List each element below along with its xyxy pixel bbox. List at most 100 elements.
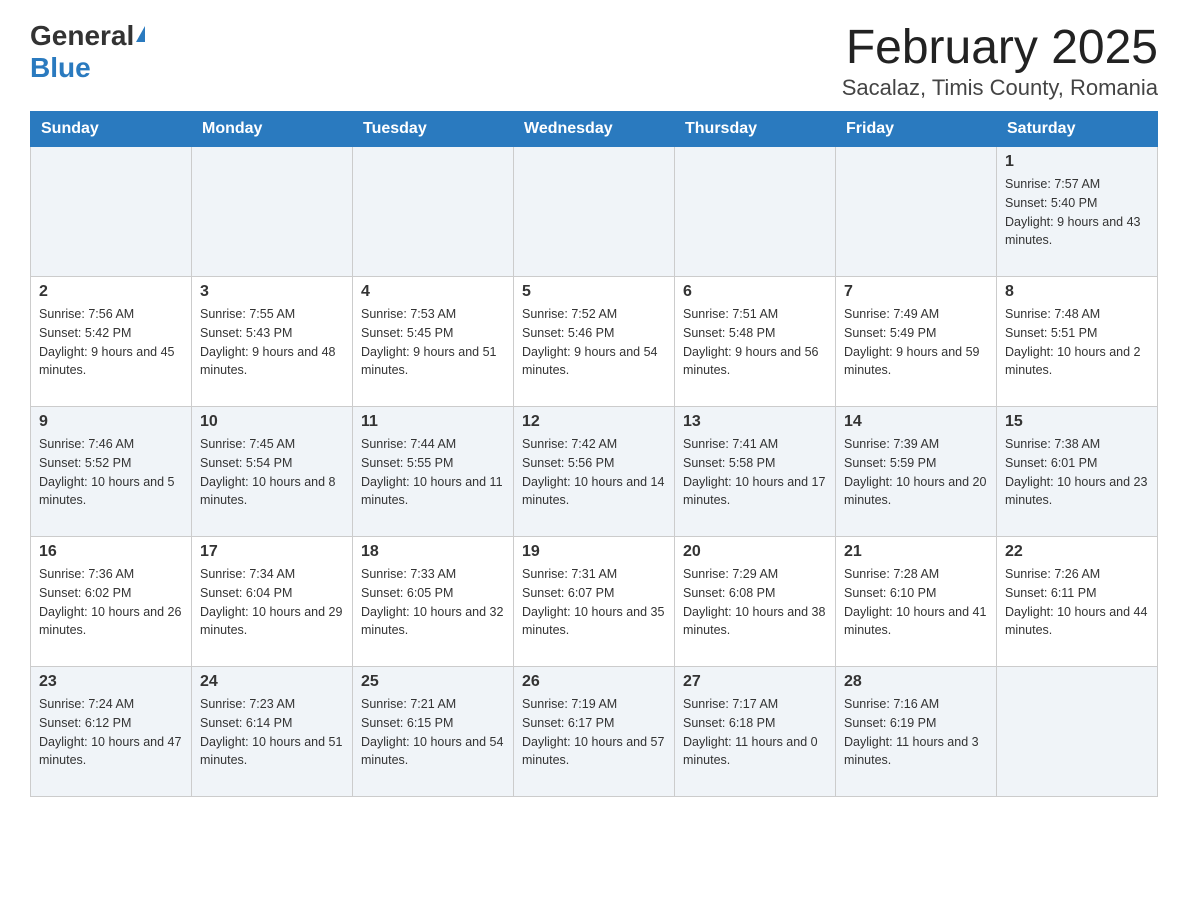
- day-number: 22: [1005, 543, 1149, 561]
- day-number: 8: [1005, 283, 1149, 301]
- day-info: Sunrise: 7:51 AM Sunset: 5:48 PM Dayligh…: [683, 305, 827, 380]
- location-title: Sacalaz, Timis County, Romania: [842, 75, 1158, 101]
- calendar-cell-3-1: 17 Sunrise: 7:34 AM Sunset: 6:04 PM Dayli…: [192, 537, 353, 667]
- calendar-row-2: 9 Sunrise: 7:46 AM Sunset: 5:52 PM Daylig…: [31, 407, 1158, 537]
- calendar-cell-4-1: 24 Sunrise: 7:23 AM Sunset: 6:14 PM Dayli…: [192, 667, 353, 797]
- calendar-body: 1Sunrise: 7:57 AM Sunset: 5:40 PM Daylig…: [31, 147, 1158, 797]
- day-info: Sunrise: 7:57 AM Sunset: 5:40 PM Dayligh…: [1005, 175, 1149, 250]
- calendar-table: SundayMondayTuesdayWednesdayThursdayFrid…: [30, 111, 1158, 797]
- day-info: Sunrise: 7:33 AM Sunset: 6:05 PM Dayligh…: [361, 565, 505, 640]
- day-number: 4: [361, 283, 505, 301]
- calendar-cell-3-4: 20Sunrise: 7:29 AM Sunset: 6:08 PM Dayli…: [675, 537, 836, 667]
- day-info: Sunrise: 7:49 AM Sunset: 5:49 PM Dayligh…: [844, 305, 988, 380]
- logo: General Blue: [30, 20, 145, 84]
- calendar-cell-4-0: 23 Sunrise: 7:24 AM Sunset: 6:12 PM Dayli…: [31, 667, 192, 797]
- calendar-cell-2-1: 10 Sunrise: 7:45 AM Sunset: 5:54 PM Dayli…: [192, 407, 353, 537]
- day-info: Sunrise: 7:38 AM Sunset: 6:01 PM Dayligh…: [1005, 435, 1149, 510]
- weekday-header-sunday: Sunday: [31, 112, 192, 147]
- calendar-row-3: 16 Sunrise: 7:36 AM Sunset: 6:02 PM Dayli…: [31, 537, 1158, 667]
- calendar-cell-3-3: 19 Sunrise: 7:31 AM Sunset: 6:07 PM Dayli…: [514, 537, 675, 667]
- day-info: Sunrise: 7:48 AM Sunset: 5:51 PM Dayligh…: [1005, 305, 1149, 380]
- day-number: 26: [522, 673, 666, 691]
- calendar-cell-2-5: 14 Sunrise: 7:39 AM Sunset: 5:59 PM Dayli…: [836, 407, 997, 537]
- logo-general-text: General: [30, 20, 134, 52]
- day-number: 18: [361, 543, 505, 561]
- calendar-cell-1-5: 7 Sunrise: 7:49 AM Sunset: 5:49 PM Daylig…: [836, 277, 997, 407]
- weekday-header-saturday: Saturday: [997, 112, 1158, 147]
- calendar-cell-0-5: [836, 147, 997, 277]
- weekday-header-row: SundayMondayTuesdayWednesdayThursdayFrid…: [31, 112, 1158, 147]
- calendar-cell-3-6: 22 Sunrise: 7:26 AM Sunset: 6:11 PM Dayli…: [997, 537, 1158, 667]
- day-info: Sunrise: 7:31 AM Sunset: 6:07 PM Dayligh…: [522, 565, 666, 640]
- calendar-cell-4-4: 27Sunrise: 7:17 AM Sunset: 6:18 PM Dayli…: [675, 667, 836, 797]
- day-info: Sunrise: 7:44 AM Sunset: 5:55 PM Dayligh…: [361, 435, 505, 510]
- day-info: Sunrise: 7:36 AM Sunset: 6:02 PM Dayligh…: [39, 565, 183, 640]
- day-info: Sunrise: 7:17 AM Sunset: 6:18 PM Dayligh…: [683, 695, 827, 770]
- calendar-cell-1-0: 2Sunrise: 7:56 AM Sunset: 5:42 PM Daylig…: [31, 277, 192, 407]
- day-number: 16: [39, 543, 183, 561]
- day-info: Sunrise: 7:34 AM Sunset: 6:04 PM Dayligh…: [200, 565, 344, 640]
- weekday-header-wednesday: Wednesday: [514, 112, 675, 147]
- day-info: Sunrise: 7:41 AM Sunset: 5:58 PM Dayligh…: [683, 435, 827, 510]
- day-info: Sunrise: 7:28 AM Sunset: 6:10 PM Dayligh…: [844, 565, 988, 640]
- calendar-cell-1-6: 8 Sunrise: 7:48 AM Sunset: 5:51 PM Daylig…: [997, 277, 1158, 407]
- day-number: 7: [844, 283, 988, 301]
- calendar-cell-4-5: 28Sunrise: 7:16 AM Sunset: 6:19 PM Dayli…: [836, 667, 997, 797]
- day-number: 25: [361, 673, 505, 691]
- calendar-cell-2-0: 9 Sunrise: 7:46 AM Sunset: 5:52 PM Daylig…: [31, 407, 192, 537]
- calendar-cell-0-6: 1Sunrise: 7:57 AM Sunset: 5:40 PM Daylig…: [997, 147, 1158, 277]
- day-info: Sunrise: 7:42 AM Sunset: 5:56 PM Dayligh…: [522, 435, 666, 510]
- calendar-cell-0-2: [353, 147, 514, 277]
- day-info: Sunrise: 7:21 AM Sunset: 6:15 PM Dayligh…: [361, 695, 505, 770]
- calendar-cell-4-2: 25 Sunrise: 7:21 AM Sunset: 6:15 PM Dayli…: [353, 667, 514, 797]
- calendar-cell-1-3: 5Sunrise: 7:52 AM Sunset: 5:46 PM Daylig…: [514, 277, 675, 407]
- day-info: Sunrise: 7:45 AM Sunset: 5:54 PM Dayligh…: [200, 435, 344, 510]
- calendar-cell-2-4: 13 Sunrise: 7:41 AM Sunset: 5:58 PM Dayli…: [675, 407, 836, 537]
- page-header: General Blue February 2025 Sacalaz, Timi…: [30, 20, 1158, 101]
- day-number: 10: [200, 413, 344, 431]
- day-info: Sunrise: 7:26 AM Sunset: 6:11 PM Dayligh…: [1005, 565, 1149, 640]
- day-info: Sunrise: 7:53 AM Sunset: 5:45 PM Dayligh…: [361, 305, 505, 380]
- calendar-row-4: 23 Sunrise: 7:24 AM Sunset: 6:12 PM Dayli…: [31, 667, 1158, 797]
- day-number: 13: [683, 413, 827, 431]
- day-number: 3: [200, 283, 344, 301]
- day-info: Sunrise: 7:46 AM Sunset: 5:52 PM Dayligh…: [39, 435, 183, 510]
- day-info: Sunrise: 7:24 AM Sunset: 6:12 PM Dayligh…: [39, 695, 183, 770]
- day-number: 24: [200, 673, 344, 691]
- day-number: 2: [39, 283, 183, 301]
- day-number: 14: [844, 413, 988, 431]
- calendar-cell-1-2: 4 Sunrise: 7:53 AM Sunset: 5:45 PM Daylig…: [353, 277, 514, 407]
- day-number: 20: [683, 543, 827, 561]
- day-number: 9: [39, 413, 183, 431]
- day-number: 19: [522, 543, 666, 561]
- weekday-header-monday: Monday: [192, 112, 353, 147]
- day-number: 21: [844, 543, 988, 561]
- day-number: 12: [522, 413, 666, 431]
- calendar-cell-2-2: 11Sunrise: 7:44 AM Sunset: 5:55 PM Dayli…: [353, 407, 514, 537]
- day-info: Sunrise: 7:39 AM Sunset: 5:59 PM Dayligh…: [844, 435, 988, 510]
- calendar-cell-3-2: 18 Sunrise: 7:33 AM Sunset: 6:05 PM Dayli…: [353, 537, 514, 667]
- day-number: 23: [39, 673, 183, 691]
- calendar-cell-1-1: 3Sunrise: 7:55 AM Sunset: 5:43 PM Daylig…: [192, 277, 353, 407]
- day-number: 15: [1005, 413, 1149, 431]
- calendar-cell-4-6: [997, 667, 1158, 797]
- weekday-header-tuesday: Tuesday: [353, 112, 514, 147]
- day-info: Sunrise: 7:23 AM Sunset: 6:14 PM Dayligh…: [200, 695, 344, 770]
- day-number: 17: [200, 543, 344, 561]
- calendar-cell-1-4: 6Sunrise: 7:51 AM Sunset: 5:48 PM Daylig…: [675, 277, 836, 407]
- logo-triangle-icon: [136, 26, 145, 42]
- calendar-row-0: 1Sunrise: 7:57 AM Sunset: 5:40 PM Daylig…: [31, 147, 1158, 277]
- calendar-cell-3-5: 21 Sunrise: 7:28 AM Sunset: 6:10 PM Dayli…: [836, 537, 997, 667]
- calendar-cell-2-6: 15 Sunrise: 7:38 AM Sunset: 6:01 PM Dayli…: [997, 407, 1158, 537]
- day-info: Sunrise: 7:19 AM Sunset: 6:17 PM Dayligh…: [522, 695, 666, 770]
- day-info: Sunrise: 7:16 AM Sunset: 6:19 PM Dayligh…: [844, 695, 988, 770]
- weekday-header-thursday: Thursday: [675, 112, 836, 147]
- calendar-cell-4-3: 26 Sunrise: 7:19 AM Sunset: 6:17 PM Dayli…: [514, 667, 675, 797]
- calendar-cell-0-3: [514, 147, 675, 277]
- calendar-cell-2-3: 12 Sunrise: 7:42 AM Sunset: 5:56 PM Dayli…: [514, 407, 675, 537]
- day-number: 5: [522, 283, 666, 301]
- weekday-header-friday: Friday: [836, 112, 997, 147]
- calendar-header: SundayMondayTuesdayWednesdayThursdayFrid…: [31, 112, 1158, 147]
- calendar-cell-3-0: 16 Sunrise: 7:36 AM Sunset: 6:02 PM Dayli…: [31, 537, 192, 667]
- logo-blue-text: Blue: [30, 52, 91, 83]
